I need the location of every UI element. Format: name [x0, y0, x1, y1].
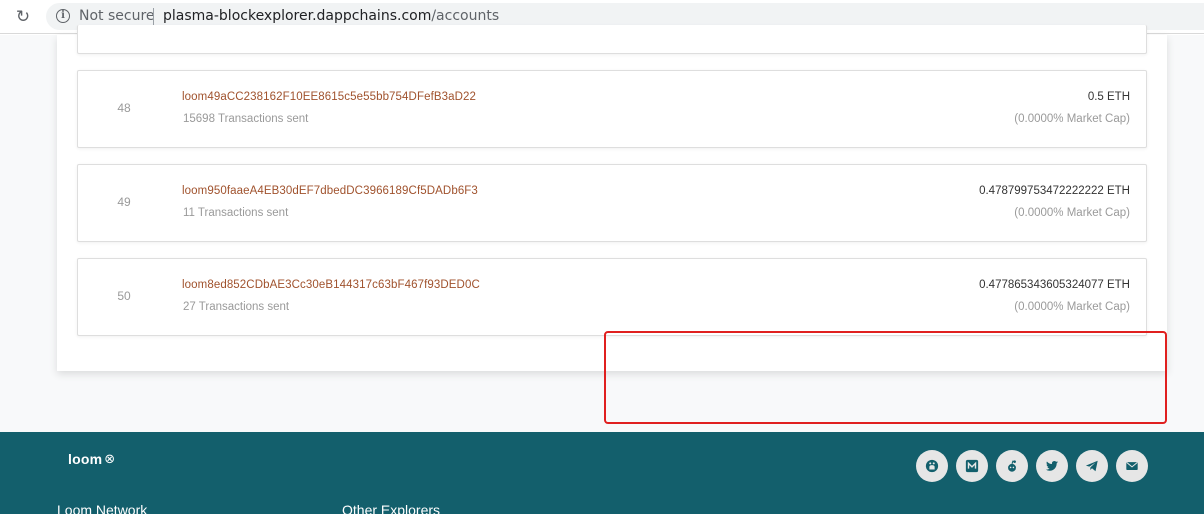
account-balance: 0.478799753472222222 ETH — [979, 185, 1130, 197]
twitter-icon[interactable] — [1036, 450, 1068, 482]
github-icon[interactable] — [916, 450, 948, 482]
footer-heading-loom-network: Loom Network — [57, 502, 148, 514]
accounts-panel: 48 loom49aCC238162F10EE8615c5e55bb754DFe… — [57, 25, 1167, 371]
logo-mark-icon: ⊗ — [104, 451, 116, 466]
info-icon[interactable]: i — [56, 9, 70, 23]
transactions-sent: 27 Transactions sent — [183, 301, 290, 313]
account-address-link[interactable]: loom950faaeA4EB30dEF7dbedDC3966189Cf5DAD… — [182, 185, 478, 197]
telegram-icon[interactable] — [1076, 450, 1108, 482]
transactions-sent: 11 Transactions sent — [183, 207, 289, 219]
email-icon[interactable] — [1116, 450, 1148, 482]
account-card[interactable]: 48 loom49aCC238162F10EE8615c5e55bb754DFe… — [77, 70, 1147, 148]
market-cap-share: (0.0000% Market Cap) — [1014, 301, 1130, 313]
account-address-link[interactable]: loom49aCC238162F10EE8615c5e55bb754DFefB3… — [182, 91, 476, 103]
market-cap-share: (0.0000% Market Cap) — [1014, 113, 1130, 125]
reload-icon[interactable]: ↻ — [14, 8, 32, 26]
account-card-partial — [77, 25, 1147, 54]
account-rank: 48 — [117, 101, 131, 115]
account-rank: 50 — [117, 289, 131, 303]
reddit-icon[interactable] — [996, 450, 1028, 482]
url-host: plasma-blockexplorer.dappchains.com — [163, 8, 432, 24]
url-text[interactable]: plasma-blockexplorer.dappchains.com/acco… — [163, 8, 499, 24]
site-footer: loom ⊗ Loom Network Other Explorers — [0, 432, 1204, 514]
account-balance: 0.5 ETH — [1087, 91, 1130, 103]
account-address-link[interactable]: loom8ed852CDbAE3Cc30eB144317c63bF467f93D… — [182, 279, 480, 291]
transactions-sent: 15698 Transactions sent — [183, 113, 309, 125]
account-balance: 0.477865343605324077 ETH — [979, 279, 1130, 291]
url-path: /accounts — [431, 8, 500, 24]
security-label[interactable]: Not secure — [79, 8, 155, 24]
annotation-highlight-box — [604, 331, 1167, 424]
account-card[interactable]: 49 loom950faaeA4EB30dEF7dbedDC3966189Cf5… — [77, 164, 1147, 242]
account-rank: 49 — [117, 195, 131, 209]
logo-text: loom — [68, 451, 103, 467]
medium-icon[interactable] — [956, 450, 988, 482]
account-card[interactable]: 50 loom8ed852CDbAE3Cc30eB144317c63bF467f… — [77, 258, 1147, 336]
market-cap-share: (0.0000% Market Cap) — [1014, 207, 1130, 219]
footer-heading-other-explorers: Other Explorers — [342, 502, 441, 514]
url-separator — [153, 8, 154, 25]
loom-logo[interactable]: loom ⊗ — [68, 451, 115, 467]
